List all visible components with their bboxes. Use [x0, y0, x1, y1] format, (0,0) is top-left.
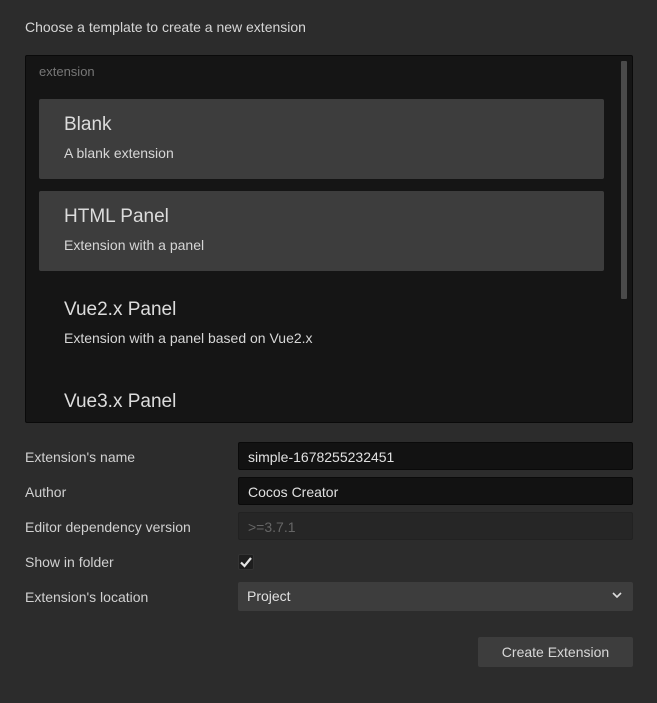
show-in-folder-checkbox[interactable]	[238, 554, 254, 570]
template-description: Extension with a panel based on Vue2.x	[64, 330, 313, 346]
template-description: A blank extension	[64, 145, 174, 161]
checkmark-icon	[240, 557, 252, 568]
dialog-heading: Choose a template to create a new extens…	[25, 19, 306, 35]
template-title: Vue3.x Panel	[64, 391, 177, 412]
template-title: Blank	[64, 114, 112, 135]
template-title: HTML Panel	[64, 206, 169, 227]
name-label: Extension's name	[25, 449, 136, 465]
create-extension-button[interactable]: Create Extension	[478, 637, 633, 667]
author-input[interactable]: Cocos Creator	[238, 477, 633, 505]
name-input[interactable]: simple-1678255232451	[238, 442, 633, 470]
editor-version-input[interactable]: >=3.7.1	[238, 512, 633, 540]
template-card-blank[interactable]: Blank A blank extension	[39, 99, 604, 179]
scrollbar[interactable]	[621, 61, 627, 299]
template-card-vue2-panel[interactable]: Vue2.x Panel Extension with a panel base…	[39, 284, 604, 364]
editor-version-label: Editor dependency version	[25, 519, 191, 535]
show-in-folder-label: Show in folder	[25, 554, 114, 570]
author-label: Author	[25, 484, 67, 500]
location-select[interactable]: Project	[238, 582, 633, 611]
location-label: Extension's location	[25, 589, 149, 605]
template-list: extension Blank A blank extension HTML P…	[25, 55, 633, 423]
template-card-html-panel[interactable]: HTML Panel Extension with a panel	[39, 191, 604, 271]
template-title: Vue2.x Panel	[64, 299, 177, 320]
chevron-down-icon	[612, 592, 622, 599]
template-card-vue3-panel[interactable]: Vue3.x Panel	[39, 376, 604, 422]
location-value: Project	[247, 588, 291, 604]
template-group-label: extension	[39, 64, 95, 79]
template-description: Extension with a panel	[64, 237, 205, 253]
